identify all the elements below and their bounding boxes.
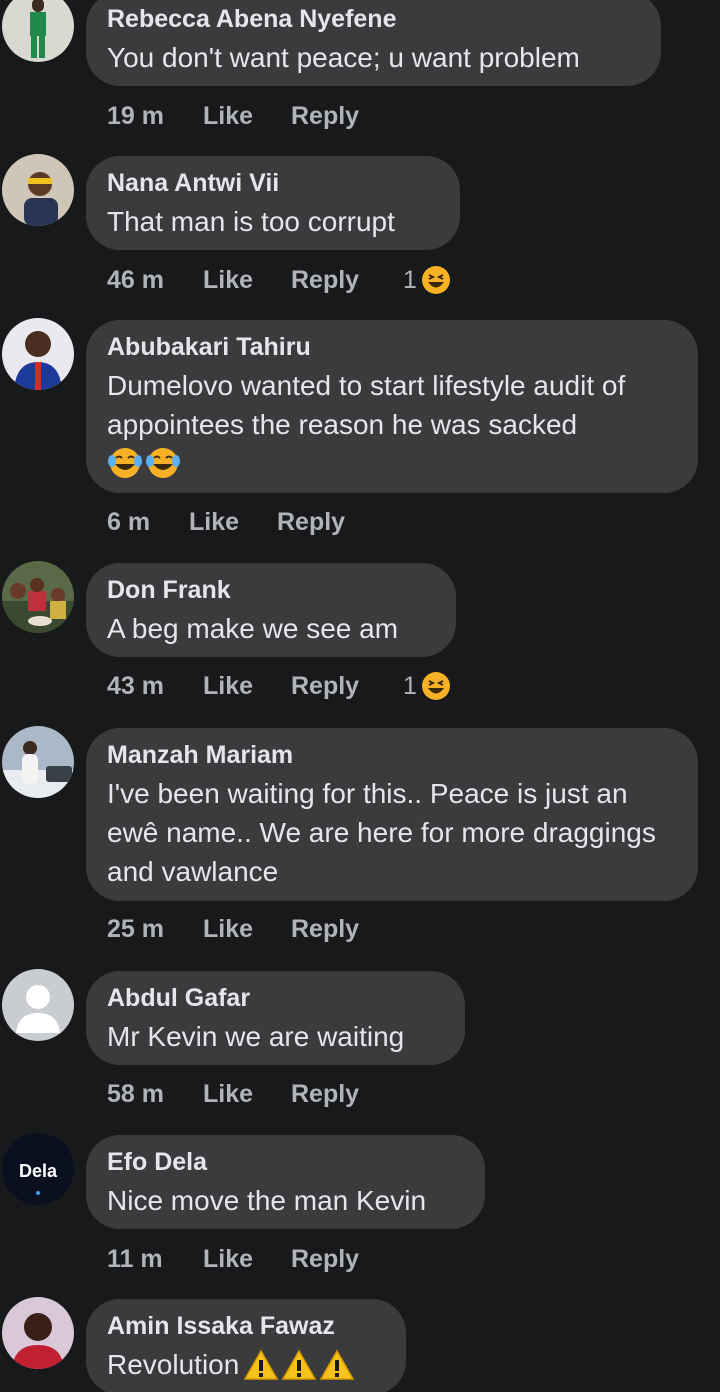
avatar[interactable] [2,969,74,1041]
comment-time[interactable]: 11 m [107,1245,203,1274]
comment-bubble: Don Frank A beg make we see am [86,563,456,657]
like-button[interactable]: Like [203,1080,291,1109]
comment-author[interactable]: Abdul Gafar [107,983,443,1013]
comment-bubble: Rebecca Abena Nyefene You don't want pea… [86,0,661,86]
avatar[interactable] [2,726,74,798]
reaction-count: 1 [403,265,417,294]
comments-feed: Rebecca Abena Nyefene You don't want pea… [0,0,720,1392]
comment-author[interactable]: Rebecca Abena Nyefene [107,4,639,34]
comment-text: Mr Kevin we are waiting [107,1021,405,1052]
comment-emojis [243,1349,355,1381]
reply-button[interactable]: Reply [291,1245,403,1274]
comment-text: I've been waiting for this.. Peace is ju… [107,778,656,887]
comment-bubble: Manzah Mariam I've been waiting for this… [86,728,698,901]
avatar[interactable]: Dela [2,1133,74,1205]
tears-of-joy-emoji-icon [108,448,142,478]
reply-button[interactable]: Reply [291,102,403,131]
warning-emoji-icon [320,1349,355,1380]
comment-actions: 46 m Like Reply 1 [107,260,451,300]
like-button[interactable]: Like [203,1245,291,1274]
comment-author[interactable]: Amin Issaka Fawaz [107,1311,384,1341]
like-button[interactable]: Like [203,915,291,944]
comment-actions: 6 m Like Reply [107,502,389,542]
reply-button[interactable]: Reply [291,266,403,295]
comment-text-content: Revolution [107,1349,240,1380]
comment-time[interactable]: 43 m [107,672,203,701]
comment-time[interactable]: 25 m [107,915,203,944]
like-button[interactable]: Like [203,102,291,131]
avatar[interactable] [2,561,74,633]
comment-actions: 43 m Like Reply 1 [107,666,451,706]
avatar[interactable] [2,154,74,226]
comment-author[interactable]: Nana Antwi Vii [107,168,438,198]
comment-text: Nice move the man Kevin [107,1185,427,1216]
like-button[interactable]: Like [203,266,291,295]
avatar-label: Dela [19,1161,58,1181]
comment-actions: 58 m Like Reply [107,1074,403,1114]
comment-text: That man is too corrupt [107,206,395,237]
comment-bubble: Abdul Gafar Mr Kevin we are waiting [86,971,465,1065]
reply-button[interactable]: Reply [277,508,389,537]
reaction-count: 1 [403,671,417,700]
comment-bubble: Efo Dela Nice move the man Kevin [86,1135,485,1229]
laughing-emoji-icon [421,266,450,294]
comment-emojis [107,446,676,480]
comment-actions: 19 m Like Reply [107,96,403,136]
reaction-summary[interactable]: 1 [403,671,451,701]
comment-time[interactable]: 58 m [107,1080,203,1109]
warning-emoji-icon [282,1349,317,1380]
comment-author[interactable]: Manzah Mariam [107,740,676,770]
comment-time[interactable]: 19 m [107,102,203,131]
comment-text: Dumelovo wanted to start lifestyle audit… [107,370,626,440]
reply-button[interactable]: Reply [291,672,403,701]
avatar[interactable] [2,1297,74,1369]
comment-author[interactable]: Abubakari Tahiru [107,332,676,362]
reaction-summary[interactable]: 1 [403,265,451,295]
like-button[interactable]: Like [189,508,277,537]
comment-text: Revolution [107,1345,384,1384]
comment-actions: 11 m Like Reply [107,1239,403,1279]
warning-emoji-icon [244,1349,279,1380]
comment-bubble: Abubakari Tahiru Dumelovo wanted to star… [86,320,698,493]
avatar[interactable] [2,0,74,62]
comment-time[interactable]: 46 m [107,266,203,295]
comment-bubble: Amin Issaka Fawaz Revolution [86,1299,406,1392]
comment-author[interactable]: Don Frank [107,575,434,605]
comment-author[interactable]: Efo Dela [107,1147,463,1177]
like-button[interactable]: Like [203,672,291,701]
comment-actions: 25 m Like Reply [107,909,403,949]
comment-text: You don't want peace; u want problem [107,42,580,73]
comment-time[interactable]: 6 m [107,508,189,537]
comment-text: A beg make we see am [107,613,399,644]
laughing-emoji-icon [421,672,450,700]
tears-of-joy-emoji-icon [146,448,180,478]
comment-bubble: Nana Antwi Vii That man is too corrupt [86,156,460,250]
reply-button[interactable]: Reply [291,1080,403,1109]
reply-button[interactable]: Reply [291,915,403,944]
avatar[interactable] [2,318,74,390]
